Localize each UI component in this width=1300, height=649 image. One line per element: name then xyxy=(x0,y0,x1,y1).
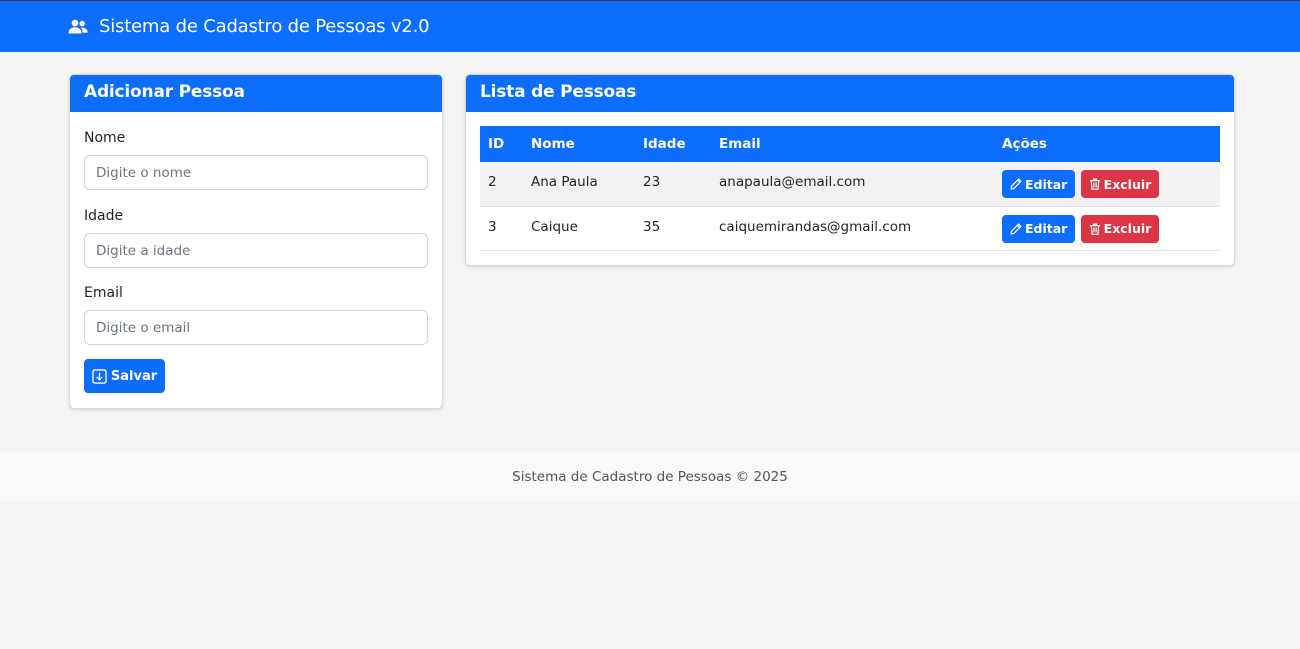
email-label: Email xyxy=(84,285,123,301)
idade-input[interactable] xyxy=(84,233,428,268)
delete-button[interactable]: Excluir xyxy=(1080,170,1160,198)
trash-icon xyxy=(1089,178,1100,190)
nome-label: Nome xyxy=(84,130,126,146)
pencil-icon xyxy=(1010,178,1022,190)
footer: Sistema de Cadastro de Pessoas © 2025 xyxy=(0,452,1300,502)
table-row: 3 Caique 35 caiquemirandas@gmail.com Edi… xyxy=(480,206,1220,250)
save-button-label: Salvar xyxy=(110,368,158,384)
cell-email: anapaula@email.com xyxy=(719,174,866,190)
person-list-card: Lista de Pessoas ID Nome Idade Email Açõ… xyxy=(465,74,1235,266)
download-icon xyxy=(92,368,107,384)
delete-button-label: Excluir xyxy=(1103,176,1152,192)
delete-button[interactable]: Excluir xyxy=(1080,214,1160,243)
person-list-title: Lista de Pessoas xyxy=(466,75,1234,112)
column-header-acoes: Ações xyxy=(1002,136,1047,152)
cell-idade: 35 xyxy=(643,218,661,235)
edit-button-label: Editar xyxy=(1025,221,1068,236)
cell-actions: Editar Excluir xyxy=(994,162,1220,206)
person-table: ID Nome Idade Email Ações 2 Ana Paula 23… xyxy=(480,126,1220,251)
email-input[interactable] xyxy=(84,310,428,345)
nome-input[interactable] xyxy=(84,155,428,190)
add-person-card: Adicionar Pessoa Nome Idade Email Salvar xyxy=(69,74,443,409)
edit-button[interactable]: Editar xyxy=(1002,214,1076,243)
cell-id: 3 xyxy=(488,218,497,235)
users-icon xyxy=(68,18,88,36)
idade-label: Idade xyxy=(84,208,124,224)
pencil-icon xyxy=(1010,222,1022,235)
column-header-email: Email xyxy=(719,136,761,152)
cell-nome: Ana Paula xyxy=(531,174,598,190)
table-header-row: ID Nome Idade Email Ações xyxy=(480,126,1220,162)
cell-nome: Caique xyxy=(531,218,578,235)
add-person-title: Adicionar Pessoa xyxy=(70,75,442,112)
app-title: Sistema de Cadastro de Pessoas v2.0 xyxy=(99,16,430,37)
cell-actions: Editar Excluir xyxy=(994,206,1220,250)
table-row: 2 Ana Paula 23 anapaula@email.com Editar xyxy=(480,162,1220,206)
cell-email: caiquemirandas@gmail.com xyxy=(719,218,912,235)
navbar: Sistema de Cadastro de Pessoas v2.0 xyxy=(0,0,1300,52)
footer-text: Sistema de Cadastro de Pessoas © 2025 xyxy=(512,469,788,485)
column-header-nome: Nome xyxy=(531,136,575,152)
save-button[interactable]: Salvar xyxy=(84,359,165,393)
cell-idade: 23 xyxy=(643,174,661,190)
column-header-idade: Idade xyxy=(643,136,686,152)
edit-button[interactable]: Editar xyxy=(1002,170,1076,198)
cell-id: 2 xyxy=(488,174,497,190)
navbar-brand[interactable]: Sistema de Cadastro de Pessoas v2.0 xyxy=(68,16,430,37)
trash-icon xyxy=(1089,223,1100,235)
edit-button-label: Editar xyxy=(1025,176,1068,192)
delete-button-label: Excluir xyxy=(1103,221,1152,236)
column-header-id: ID xyxy=(488,136,505,152)
